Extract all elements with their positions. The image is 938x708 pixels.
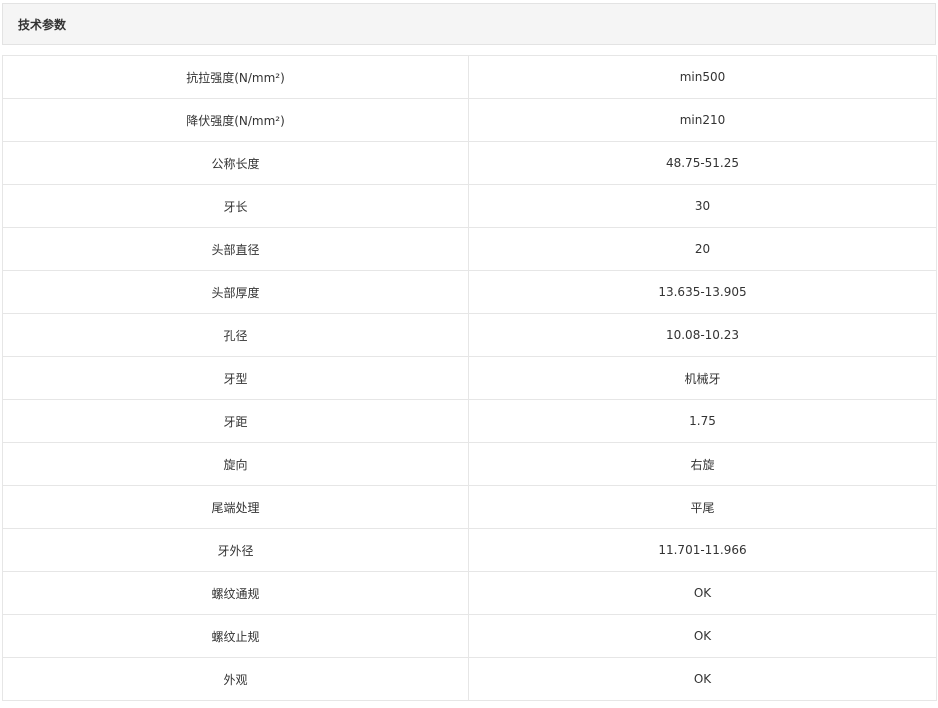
- param-name: 头部厚度: [2, 270, 469, 314]
- table-row: 牙外径 11.701-11.966: [2, 528, 937, 572]
- param-name: 旋向: [2, 442, 469, 486]
- param-value: 10.08-10.23: [468, 313, 937, 357]
- table-row: 降伏强度(N/mm²) min210: [2, 98, 937, 142]
- param-value: OK: [468, 614, 937, 658]
- table-row: 旋向 右旋: [2, 442, 937, 486]
- table-row: 牙长 30: [2, 184, 937, 228]
- param-value: 1.75: [468, 399, 937, 443]
- spec-page: 技术参数 抗拉强度(N/mm²) min500 降伏强度(N/mm²) min210 公…: [0, 0, 938, 708]
- param-value: min500: [468, 55, 937, 99]
- param-value: 48.75-51.25: [468, 141, 937, 185]
- table-row: 抗拉强度(N/mm²) min500: [2, 55, 937, 99]
- param-value: 20: [468, 227, 937, 271]
- table-row: 孔径 10.08-10.23: [2, 313, 937, 357]
- param-value: OK: [468, 571, 937, 615]
- param-name: 外观: [2, 657, 469, 701]
- table-row: 牙型 机械牙: [2, 356, 937, 400]
- param-name: 尾端处理: [2, 485, 469, 529]
- param-value: 机械牙: [468, 356, 937, 400]
- param-value: 30: [468, 184, 937, 228]
- param-name: 牙外径: [2, 528, 469, 572]
- param-name: 降伏强度(N/mm²): [2, 98, 469, 142]
- param-name: 螺纹止规: [2, 614, 469, 658]
- table-row: 公称长度 48.75-51.25: [2, 141, 937, 185]
- param-value: OK: [468, 657, 937, 701]
- param-name: 牙长: [2, 184, 469, 228]
- param-table: 抗拉强度(N/mm²) min500 降伏强度(N/mm²) min210 公称长度 48…: [2, 55, 937, 701]
- param-name: 牙型: [2, 356, 469, 400]
- param-value: 11.701-11.966: [468, 528, 937, 572]
- param-name: 抗拉强度(N/mm²): [2, 55, 469, 99]
- param-name: 螺纹通规: [2, 571, 469, 615]
- table-row: 螺纹通规 OK: [2, 571, 937, 615]
- section-title: 技术参数: [18, 17, 67, 32]
- table-row: 头部直径 20: [2, 227, 937, 271]
- param-value: 平尾: [468, 485, 937, 529]
- param-value: 13.635-13.905: [468, 270, 937, 314]
- param-name: 头部直径: [2, 227, 469, 271]
- table-row: 螺纹止规 OK: [2, 614, 937, 658]
- param-name: 公称长度: [2, 141, 469, 185]
- section-header: 技术参数: [2, 3, 936, 45]
- param-name: 牙距: [2, 399, 469, 443]
- table-row: 头部厚度 13.635-13.905: [2, 270, 937, 314]
- table-row: 尾端处理 平尾: [2, 485, 937, 529]
- table-row: 牙距 1.75: [2, 399, 937, 443]
- param-table-body: 抗拉强度(N/mm²) min500 降伏强度(N/mm²) min210 公称长度 48…: [2, 55, 937, 701]
- param-name: 孔径: [2, 313, 469, 357]
- table-row: 外观 OK: [2, 657, 937, 701]
- param-value: min210: [468, 98, 937, 142]
- param-value: 右旋: [468, 442, 937, 486]
